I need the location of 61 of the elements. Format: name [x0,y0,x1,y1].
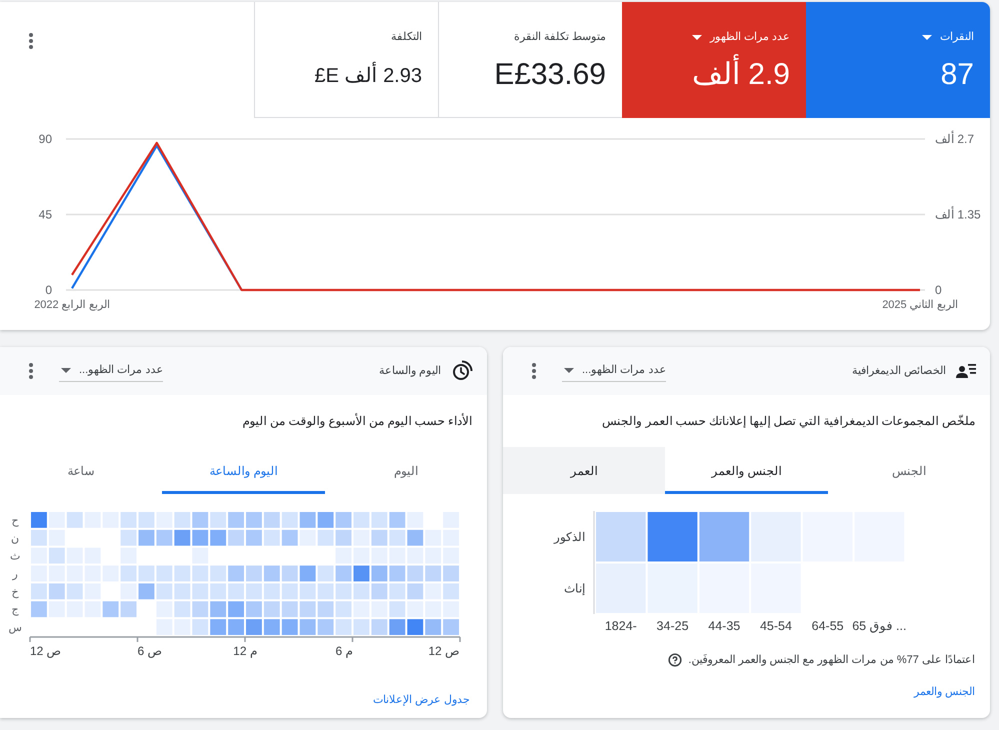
y-axis-label: 0 [45,283,52,297]
heatmap-cell [648,512,698,562]
tab[interactable]: العمر [503,447,666,494]
panel-title: اليوم والساعة [378,364,441,379]
hour-label: 12 ص [30,644,62,658]
hour-label: 6 ص [138,644,163,658]
ad-schedule-link[interactable]: جدول عرض الإعلانات [372,692,470,708]
panel-title: الخصائص الديمغرافية [852,364,946,379]
day-label: ح [12,514,18,527]
metric-label: النقرات [940,30,974,45]
x-axis-label: الربع الرابع 2022 [34,299,110,311]
clock-icon [451,360,473,382]
day-label: خ [12,586,18,598]
metric-label: التكلفة [391,30,422,45]
age-label: 65 فوق ... [852,619,906,633]
metric-label: عدد مرات الظهور [710,30,790,45]
panel-description: الأداء حسب اليوم من الأسبوع والوقت من اليوم [242,412,473,429]
metric-value: 2.93 ألف E£ [314,63,422,89]
y-axis-label: 2.7 ألف [935,132,974,146]
gender-age-link[interactable]: الجنس والعمر [914,684,975,700]
age-label: 44-35 [708,619,740,633]
metric-dropdown[interactable]: عدد مرات الظهو... [562,360,666,382]
hour-label: 12 م [233,644,257,658]
gender-label: الذكور [554,530,585,544]
metric-value: 87 [940,58,974,92]
caret-down-icon[interactable] [61,368,71,373]
panel-description: ملخّص المجموعات الديمغرافية التي تصل إليها إعلاناتك حسب العمر والجنس [600,413,976,429]
help-icon[interactable] [668,653,682,667]
heatmap-cell [596,512,646,562]
metric-card[interactable]: التكلفة 2.93 ألف E£ [254,2,438,118]
metric-value: E£33.69 [494,58,606,92]
day-label: س [8,622,22,634]
gender-label: إناث [564,581,585,596]
metric-label: متوسط تكلفة النقرة [514,30,606,45]
caret-down-icon[interactable] [922,34,932,40]
y-axis-label: 0 [935,283,942,297]
metric-card[interactable]: عدد مرات الظهور 2.9 ألف [622,2,806,118]
caret-down-icon[interactable] [564,368,574,373]
more-options-icon[interactable] [29,33,33,49]
age-label: 64-55 [812,619,844,633]
caret-down-icon[interactable] [692,34,702,40]
heatmap-cell [596,564,646,613]
x-axis-label: الربع الثاني 2025 [882,299,958,311]
age-label: 1824- [604,619,637,633]
metric-dropdown[interactable]: عدد مرات الظهو... [59,360,164,382]
footnote-text: اعتمادًا على 77% من مرات الظهور مع الجنس والعمر المعروفَين. [688,653,975,668]
day-label: ج [12,604,18,616]
more-options-icon[interactable] [532,363,536,379]
hour-label: 6 م [335,644,352,658]
heatmap-cell [699,512,750,562]
age-label: 34-25 [656,619,689,633]
day-label: ث [10,550,20,563]
y-axis-label: 90 [38,132,52,146]
day-label: ن [11,532,19,545]
y-axis-label: 45 [38,208,52,222]
person-list-icon [956,363,976,379]
hour-label: 12 ص [428,644,460,658]
more-options-icon[interactable] [29,363,33,379]
age-label: 45-54 [760,619,792,633]
y-axis-label: 1.35 ألف [935,208,981,222]
day-label: ر [12,568,18,580]
